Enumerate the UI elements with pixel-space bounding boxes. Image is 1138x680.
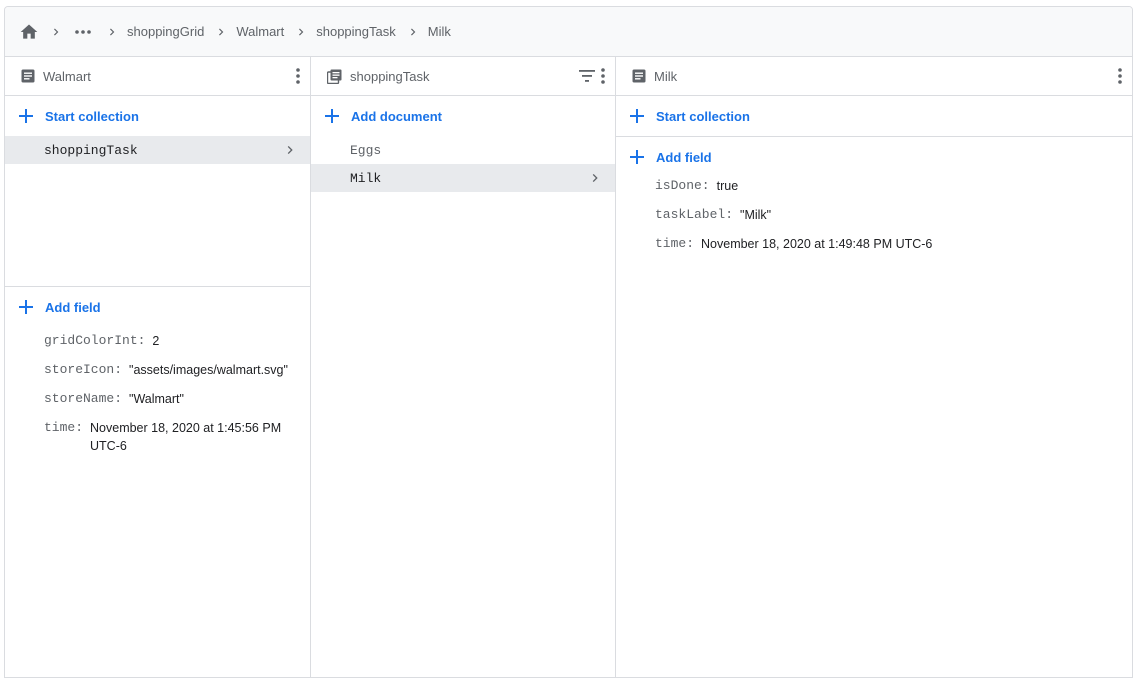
chevron-right-icon <box>406 25 420 39</box>
field-key: gridColorInt: <box>44 333 146 348</box>
field-key: isDone: <box>655 178 710 193</box>
plus-icon <box>19 109 33 123</box>
field-row[interactable]: taskLabel: "Milk" <box>616 206 1132 224</box>
add-field-label: Add field <box>45 299 101 315</box>
firestore-data-viewer: shoppingGrid Walmart shoppingTask Milk W… <box>4 6 1133 678</box>
start-collection-label: Start collection <box>656 108 750 124</box>
document-icon <box>21 69 35 83</box>
panel-title: shoppingTask <box>350 68 430 84</box>
field-row[interactable]: time: November 18, 2020 at 1:49:48 PM UT… <box>616 235 1132 253</box>
plus-icon <box>630 109 644 123</box>
collection-item-label: shoppingTask <box>44 142 138 158</box>
chevron-right-icon <box>294 25 308 39</box>
breadcrumb-item-shoppinggrid[interactable]: shoppingGrid <box>127 24 204 39</box>
breadcrumb: shoppingGrid Walmart shoppingTask Milk <box>5 7 1132 57</box>
document-item-eggs[interactable]: Eggs <box>311 136 615 164</box>
panel-document-milk: Milk Start collection Add field isDone: <box>615 57 1132 677</box>
breadcrumb-item-shoppingtask[interactable]: shoppingTask <box>316 24 396 39</box>
breadcrumb-item-walmart[interactable]: Walmart <box>236 24 284 39</box>
plus-icon <box>19 300 33 314</box>
add-document-button[interactable]: Add document <box>311 96 615 136</box>
more-horizontal-icon[interactable] <box>71 29 95 35</box>
add-document-label: Add document <box>351 108 442 124</box>
panel-header: shoppingTask <box>311 57 615 96</box>
field-value: November 18, 2020 at 1:45:56 PM UTC-6 <box>90 421 282 453</box>
document-icon <box>632 69 646 83</box>
field-key: taskLabel: <box>655 207 734 222</box>
chevron-right-icon <box>49 25 63 39</box>
field-row[interactable]: gridColorInt: 2 <box>5 332 310 350</box>
document-item-milk[interactable]: Milk <box>311 164 615 192</box>
field-key: storeName: <box>44 391 123 406</box>
field-row[interactable]: time: November 18, 2020 at 1:45:56 PM UT… <box>5 419 310 455</box>
field-key: time: <box>655 236 695 251</box>
add-field-button[interactable]: Add field <box>616 137 1132 177</box>
panel-title: Milk <box>654 68 678 84</box>
start-collection-label: Start collection <box>45 108 139 124</box>
add-field-button[interactable]: Add field <box>5 287 310 327</box>
field-value: "Milk" <box>740 208 772 222</box>
plus-icon <box>325 109 339 123</box>
breadcrumb-item-milk[interactable]: Milk <box>428 24 451 39</box>
panel-collection-shoppingtask: shoppingTask Add document Eggs Milk <box>310 57 615 677</box>
panel-header: Walmart <box>5 57 310 96</box>
more-vert-icon[interactable] <box>1118 68 1122 84</box>
field-list: isDone: true taskLabel: "Milk" time: Nov… <box>616 177 1132 253</box>
document-item-label: Eggs <box>350 142 382 158</box>
chevron-right-icon <box>587 164 603 192</box>
field-list: gridColorInt: 2 storeIcon: "assets/image… <box>5 327 310 455</box>
start-collection-button[interactable]: Start collection <box>5 96 310 136</box>
filter-icon[interactable] <box>579 70 595 82</box>
plus-icon <box>630 150 644 164</box>
panel-header: Milk <box>616 57 1132 96</box>
panels: Walmart Start collection shoppingTask Ad <box>5 57 1132 677</box>
chevron-right-icon <box>105 25 119 39</box>
field-row[interactable]: storeName: "Walmart" <box>5 390 310 408</box>
field-key: storeIcon: <box>44 362 123 377</box>
field-row[interactable]: isDone: true <box>616 177 1132 195</box>
chevron-right-icon <box>214 25 228 39</box>
start-collection-button[interactable]: Start collection <box>616 96 1132 136</box>
panel-title: Walmart <box>43 68 91 84</box>
document-item-label: Milk <box>350 170 382 186</box>
add-field-label: Add field <box>656 149 712 165</box>
field-value: true <box>716 179 739 193</box>
collection-icon <box>327 69 342 84</box>
field-key: time: <box>44 420 84 435</box>
home-icon[interactable] <box>19 22 39 42</box>
field-row[interactable]: storeIcon: "assets/images/walmart.svg" <box>5 361 310 379</box>
more-vert-icon[interactable] <box>296 68 300 84</box>
field-value: 2 <box>152 334 160 348</box>
field-value: "assets/images/walmart.svg" <box>129 363 288 377</box>
field-value: November 18, 2020 at 1:49:48 PM UTC-6 <box>701 237 933 251</box>
more-vert-icon[interactable] <box>601 68 605 84</box>
collection-item-shoppingtask[interactable]: shoppingTask <box>5 136 310 164</box>
panel-document-walmart: Walmart Start collection shoppingTask Ad <box>5 57 310 677</box>
field-value: "Walmart" <box>129 392 184 406</box>
chevron-right-icon <box>282 136 298 164</box>
